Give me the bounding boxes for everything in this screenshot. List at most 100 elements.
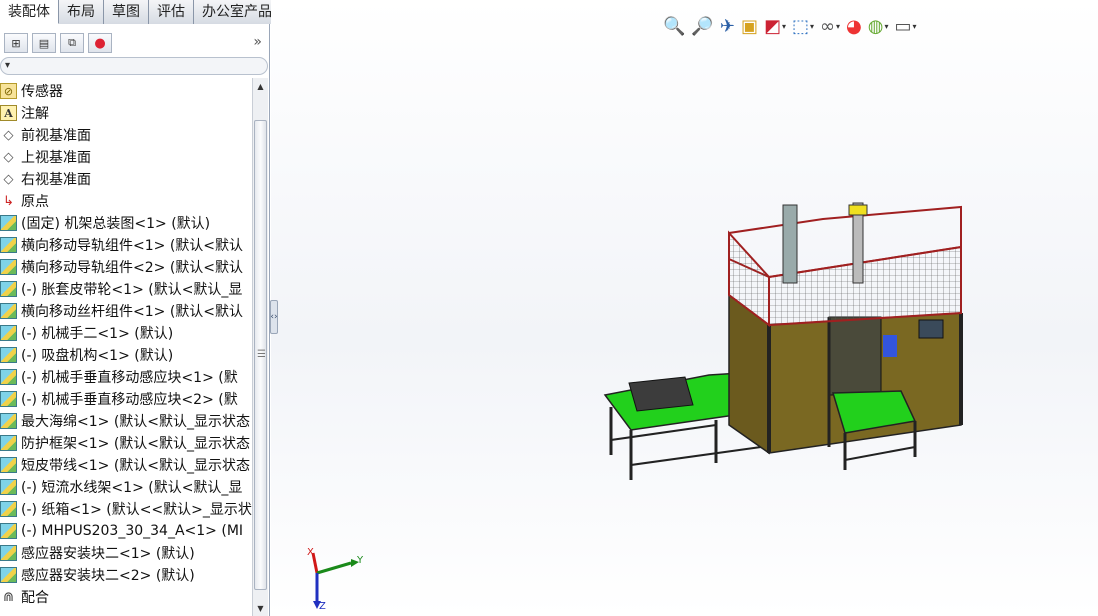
chevron-down-icon: ▾ [810, 21, 815, 31]
tree-item[interactable]: A 注解 [0, 102, 252, 124]
hide-show-items-button[interactable]: ∞ ▾ [820, 14, 840, 38]
part-icon [0, 479, 17, 495]
feature-manager-panel: ⊞ ▤ ⧉ ● » ▾ ⊘ 传感器 A 注解 ◇ 前视基准面 ◇ 上视基准面 ◇ 右视基准面 ↳ 原点… [0, 24, 270, 616]
display-manager-tab[interactable]: ● [88, 33, 112, 53]
tree-item[interactable]: ↳ 原点 [0, 190, 252, 212]
chevron-down-icon: ▾ [781, 21, 786, 31]
tree-item[interactable]: (固定) 机架总装图<1> (默认) [0, 212, 252, 234]
tree-item-label: 横向移动导轨组件<2> (默认<默认 [21, 260, 244, 276]
tree-item[interactable]: 感应器安装块二<2> (默认) [0, 564, 252, 586]
tab-assembly[interactable]: 装配体 [0, 0, 59, 24]
tree-item[interactable]: (-) 机械手垂直移动感应块<2> (默 [0, 388, 252, 410]
tree-scrollbar[interactable]: ▲ ☰ ▼ [252, 78, 268, 616]
tree-item[interactable]: ◇ 右视基准面 [0, 168, 252, 190]
cube-view-icon: ⬚ [791, 15, 809, 37]
assembly-icon [0, 347, 17, 363]
tree-item[interactable]: ⊘ 传感器 [0, 80, 252, 102]
command-manager-tabs: 装配体 布局 草图 评估 办公室产品 [0, 0, 308, 24]
filter-dropdown-icon[interactable]: ▾ [5, 60, 10, 71]
sensor-block [848, 204, 868, 216]
electrical-cabinet [828, 316, 882, 396]
tree-item[interactable]: (-) 机械手垂直移动感应块<1> (默 [0, 366, 252, 388]
dynamic-annotation-button[interactable]: ◩ ▾ [764, 14, 786, 38]
property-manager-tab[interactable]: ▤ [32, 33, 56, 53]
zoom-to-fit-button[interactable]: 🔍 [663, 14, 685, 38]
graphics-viewport[interactable]: 🔍 🔎 ✈ ▣ ◩ ▾ ⬚ ▾ ∞ ▾ ◕ ◍ ▾ ▭ ▾ X Y Z [271, 0, 1098, 616]
view-settings-button[interactable]: ▭ ▾ [894, 14, 916, 38]
part-icon [0, 435, 17, 451]
previous-view-icon: ✈ [719, 15, 735, 37]
scrollbar-grip-icon: ☰ [257, 349, 266, 360]
part-icon [0, 501, 17, 517]
plane-icon: ◇ [3, 171, 14, 187]
tree-item-label: (-) 机械手二<1> (默认) [21, 326, 174, 342]
tree-item[interactable]: ◇ 上视基准面 [0, 146, 252, 168]
triad-z-label: Z [319, 601, 326, 612]
zoom-to-area-button[interactable]: 🔎 [691, 14, 713, 38]
tree-filter-bar[interactable]: ▾ [0, 57, 268, 75]
view-orientation-button[interactable]: ⬚ ▾ [792, 14, 814, 38]
tree-item-label: 配合 [21, 590, 49, 606]
tree-item[interactable]: (-) 纸箱<1> (默认<<默认>_显示状 [0, 498, 252, 520]
solidworks-window: 装配体 布局 草图 评估 办公室产品 ⊞ ▤ ⧉ ● » ▾ ⊘ 传感器 A 注解 ◇ 前… [0, 0, 1098, 616]
section-view-button[interactable]: ▣ [741, 14, 758, 38]
plane-icon: ◇ [3, 127, 14, 143]
tree-item[interactable]: (-) 胀套皮带轮<1> (默认<默认_显 [0, 278, 252, 300]
tree-item-label: 上视基准面 [21, 150, 91, 166]
assembly-icon [0, 567, 17, 583]
feature-tree-tab[interactable]: ⊞ [4, 33, 28, 53]
tree-item[interactable]: (-) 机械手二<1> (默认) [0, 322, 252, 344]
tree-item-label: (固定) 机架总装图<1> (默认) [21, 216, 211, 232]
assembly-icon [0, 215, 17, 231]
panel-splitter-handle[interactable]: ‹› [270, 300, 278, 334]
property-icon: ▤ [38, 36, 50, 50]
configuration-manager-tab[interactable]: ⧉ [60, 33, 84, 53]
appearance-icon: ● [94, 35, 106, 51]
part-icon [0, 413, 17, 429]
tree-item[interactable]: 最大海绵<1> (默认<默认_显示状态 [0, 410, 252, 432]
tab-sketch[interactable]: 草图 [104, 0, 149, 24]
glasses-icon: ∞ [820, 15, 836, 37]
tree-item[interactable]: 横向移动导轨组件<1> (默认<默认 [0, 234, 252, 256]
tree-item-label: (-) 机械手垂直移动感应块<1> (默 [21, 370, 238, 386]
zoom-fit-icon: 🔍 [663, 15, 686, 37]
tree-item[interactable]: (-) MHPUS203_30_34_A<1> (MI [0, 520, 252, 542]
annotation-icon: A [0, 105, 17, 121]
part-icon [0, 391, 17, 407]
tree-item[interactable]: 横向移动导轨组件<2> (默认<默认 [0, 256, 252, 278]
safety-cage-front [768, 245, 962, 327]
tree-item[interactable]: 横向移动丝杆组件<1> (默认<默认 [0, 300, 252, 322]
panel-more-button[interactable]: » [253, 34, 262, 50]
assembly-3d-model[interactable] [601, 185, 971, 490]
appearance-sphere-icon: ◕ [846, 15, 862, 37]
scroll-down-arrow-icon[interactable]: ▼ [253, 600, 268, 616]
previous-view-button[interactable]: ✈ [720, 14, 735, 38]
tree-item[interactable]: 防护框架<1> (默认<默认_显示状态 [0, 432, 252, 454]
scrollbar-thumb[interactable]: ☰ [254, 120, 267, 590]
mates-icon: ⋒ [3, 589, 14, 605]
tree-item-label: 短皮带线<1> (默认<默认_显示状态 [21, 458, 251, 474]
tree-item[interactable]: (-) 吸盘机构<1> (默认) [0, 344, 252, 366]
tab-layout[interactable]: 布局 [59, 0, 104, 24]
assembly-icon [0, 259, 17, 275]
assembly-icon [0, 237, 17, 253]
tree-item-label: (-) MHPUS203_30_34_A<1> (MI [21, 523, 244, 539]
tree-item[interactable]: 短皮带线<1> (默认<默认_显示状态 [0, 454, 252, 476]
apply-scene-button[interactable]: ◍ ▾ [868, 14, 889, 38]
conveyor-rail [610, 424, 717, 441]
assembly-icon [0, 545, 17, 561]
tree-item-label: (-) 胀套皮带轮<1> (默认<默认_显 [21, 282, 243, 298]
tab-office-products[interactable]: 办公室产品 [194, 0, 281, 24]
scroll-up-arrow-icon[interactable]: ▲ [253, 78, 268, 94]
robot-arm-left [782, 204, 798, 284]
panel-tabs: ⊞ ▤ ⧉ ● » [0, 32, 268, 54]
section-view-icon: ▣ [740, 15, 758, 37]
annotation-view-icon: ◩ [763, 15, 781, 37]
tree-item[interactable]: ◇ 前视基准面 [0, 124, 252, 146]
tab-evaluate[interactable]: 评估 [149, 0, 194, 24]
tree-item[interactable]: (-) 短流水线架<1> (默认<默认_显 [0, 476, 252, 498]
edit-appearance-button[interactable]: ◕ [846, 14, 862, 38]
tree-item[interactable]: ⋒ 配合 [0, 586, 252, 608]
scene-icon: ◍ [867, 15, 884, 37]
tree-item[interactable]: 感应器安装块二<1> (默认) [0, 542, 252, 564]
